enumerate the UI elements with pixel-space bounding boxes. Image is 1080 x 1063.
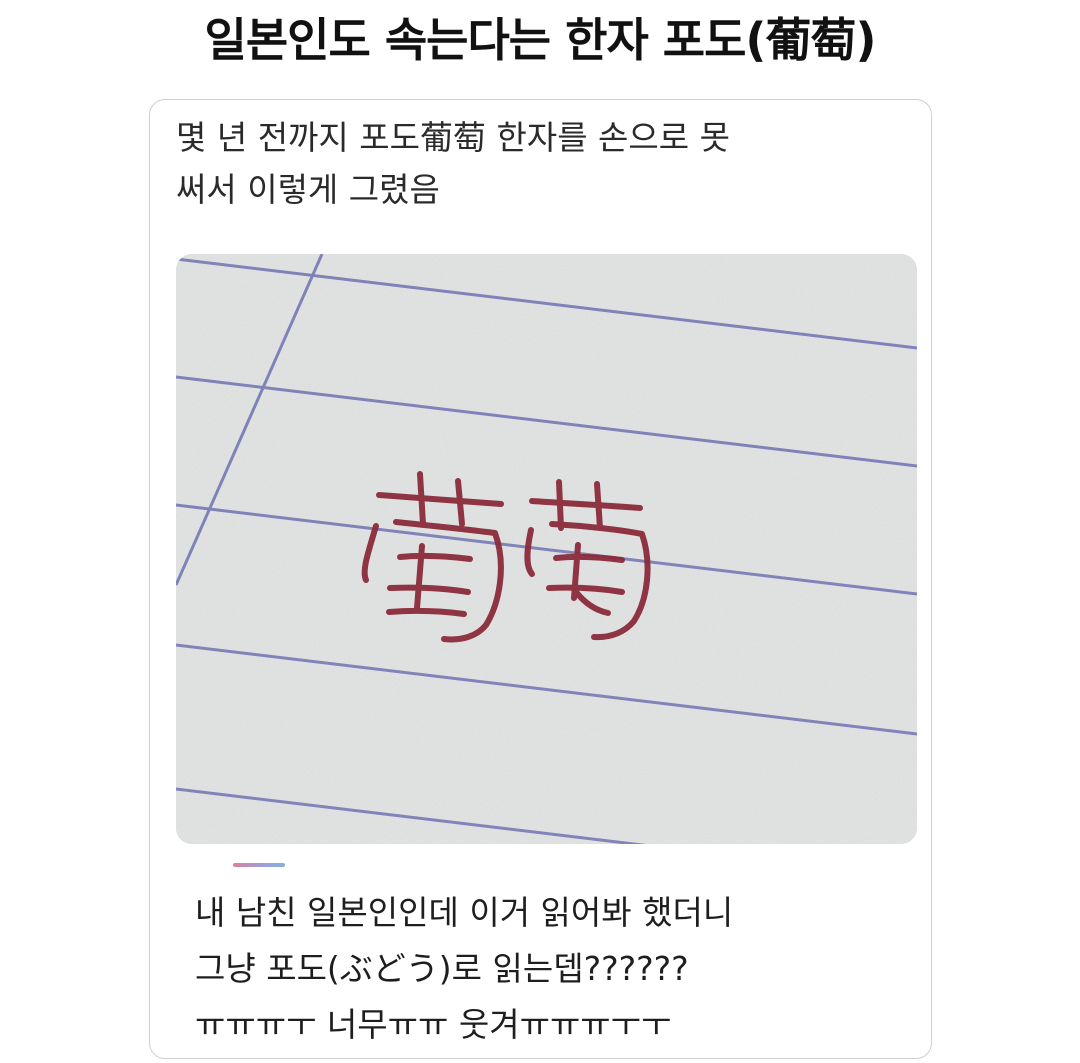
post-text: 몇 년 전까지 포도葡萄 한자를 손으로 못 써서 이렇게 그렸음 <box>176 118 730 209</box>
reply-text: 내 남친 일본인인데 이거 읽어봐 했더니 그냥 포도(ぶどう)로 읽는뎁???… <box>195 893 734 1044</box>
decorative-mark <box>233 863 285 867</box>
post-card: 몇 년 전까지 포도葡萄 한자를 손으로 못 써서 이렇게 그렸음 내 남친 일… <box>149 99 932 1059</box>
notebook-paper-illustration <box>176 254 917 844</box>
handwriting-photo[interactable] <box>176 254 917 844</box>
page-title: 일본인도 속는다는 한자 포도(葡萄) <box>204 13 877 67</box>
